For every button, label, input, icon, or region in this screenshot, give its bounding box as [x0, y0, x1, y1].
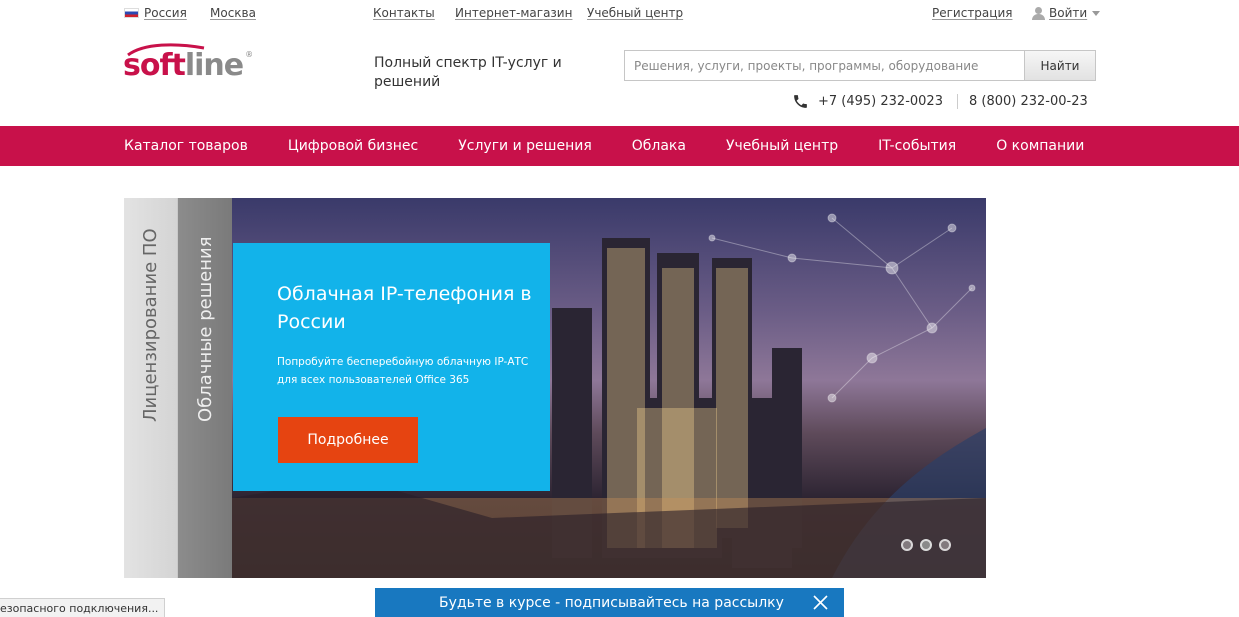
logo-soft-text: soft	[123, 48, 186, 83]
city-selector[interactable]: Москва	[210, 6, 256, 20]
slider-dots	[901, 539, 958, 551]
tagline: Полный спектр IT-услуг и решений	[374, 55, 562, 90]
nav-item-digital-business[interactable]: Цифровой бизнес	[288, 138, 418, 154]
city-label: Москва	[210, 6, 256, 20]
phone-divider	[956, 94, 958, 109]
contacts-link[interactable]: Контакты	[373, 6, 435, 20]
more-button[interactable]: Подробнее	[278, 417, 418, 463]
promo-title: Облачная IP-телефония в России	[277, 283, 532, 333]
nav-item-training-center[interactable]: Учебный центр	[726, 138, 838, 154]
banner-tab-licensing-label: Лицензирование ПО	[140, 228, 161, 422]
nav-item-catalog[interactable]: Каталог товаров	[124, 138, 248, 154]
region-label: Россия	[144, 6, 187, 20]
nav-item-clouds[interactable]: Облака	[632, 138, 686, 154]
login-menu[interactable]: Войти	[1032, 6, 1101, 20]
slider-dot-3[interactable]	[939, 539, 951, 551]
nav-item-it-events[interactable]: IT-события	[878, 138, 956, 154]
training-center-link[interactable]: Учебный центр	[587, 6, 683, 20]
chevron-down-icon	[1092, 10, 1101, 16]
region-selector[interactable]: Россия	[124, 6, 187, 20]
slider-dot-2[interactable]	[920, 539, 932, 551]
banner-tab-cloud[interactable]: Облачные решения	[178, 198, 232, 578]
promo-card: Облачная IP-телефония в России Попробуйт…	[233, 243, 550, 491]
nav-item-about[interactable]: О компании	[996, 138, 1084, 154]
logo-line-text: line	[184, 48, 244, 83]
phone-block: +7 (495) 232-0023 8 (800) 232-00-23	[792, 93, 1088, 110]
close-icon[interactable]	[813, 595, 828, 610]
russia-flag-icon	[124, 8, 139, 18]
main-nav: Каталог товаров Цифровой бизнес Услуги и…	[0, 126, 1239, 166]
online-shop-link[interactable]: Интернет-магазин	[455, 6, 572, 20]
slider-dot-1[interactable]	[901, 539, 913, 551]
banner-tab-licensing[interactable]: Лицензирование ПО	[124, 198, 178, 578]
phone-free[interactable]: 8 (800) 232-00-23	[969, 94, 1088, 109]
phone-icon	[794, 95, 807, 108]
nav-item-services[interactable]: Услуги и решения	[458, 138, 592, 154]
login-label: Войти	[1049, 6, 1088, 20]
search-button[interactable]: Найти	[1024, 50, 1096, 81]
phone-moscow[interactable]: +7 (495) 232-0023	[818, 94, 943, 109]
subscribe-bar[interactable]: Будьте в курсе - подписывайтесь на рассы…	[375, 588, 844, 617]
subscribe-text: Будьте в курсе - подписывайтесь на рассы…	[439, 594, 784, 611]
softline-logo[interactable]: softline ®	[123, 48, 253, 83]
top-utility-bar: Россия Москва Контакты Интернет-магазин …	[0, 0, 1239, 28]
logo-reg-mark: ®	[245, 50, 253, 59]
search-form: Найти	[624, 50, 1096, 81]
register-link[interactable]: Регистрация	[932, 6, 1012, 20]
user-icon	[1032, 6, 1045, 20]
search-input[interactable]	[624, 50, 1024, 81]
browser-status-bar: езопасного подключения...	[0, 598, 165, 617]
promo-subtitle: Попробуйте бесперебойную облачную IP-АТС…	[277, 356, 529, 386]
banner-tab-cloud-label: Облачные решения	[194, 236, 216, 422]
